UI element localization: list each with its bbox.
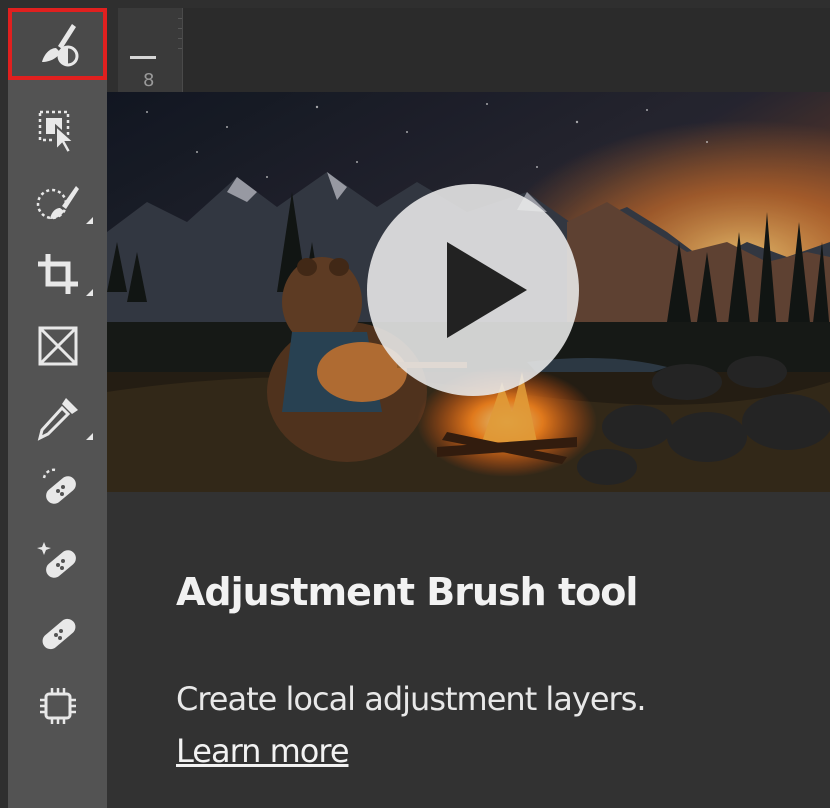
tool-eyedropper[interactable] — [8, 382, 107, 454]
remove-tool-icon — [36, 542, 76, 578]
patch-chip-icon — [39, 688, 76, 724]
flyout-indicator — [86, 217, 93, 224]
flyout-indicator — [86, 289, 93, 296]
play-icon — [447, 242, 527, 338]
tooltip-description: Create local adjustment layers. — [176, 680, 647, 718]
healing-brush-icon — [42, 618, 75, 650]
ruler-tick — [130, 56, 156, 59]
spot-healing-brush-icon — [42, 468, 76, 504]
ruler-label: 8 — [143, 70, 155, 91]
tooltip-title: Adjustment Brush tool — [176, 570, 638, 614]
tooltip-video-thumbnail[interactable] — [107, 92, 830, 492]
rich-tooltip: Adjustment Brush tool Create local adjus… — [107, 92, 830, 808]
frame-icon — [38, 326, 77, 366]
tool-spot-healing-brush[interactable] — [8, 454, 107, 526]
tool-adjustment-brush[interactable] — [8, 8, 107, 80]
flyout-indicator — [86, 433, 93, 440]
adjustment-brush-icon — [41, 24, 78, 67]
tool-healing-brush[interactable] — [8, 598, 107, 670]
canvas-top-area — [183, 8, 830, 92]
tool-crop[interactable] — [8, 238, 107, 310]
app-window: 8 Adjustment Brush tool Create local adj… — [0, 0, 830, 808]
quick-selection-brush-icon — [36, 186, 79, 220]
crop-icon — [37, 254, 78, 294]
learn-more-link[interactable]: Learn more — [176, 732, 349, 770]
vertical-ruler: 8 — [118, 8, 183, 92]
tool-remove[interactable] — [8, 526, 107, 598]
video-play-button[interactable] — [367, 184, 579, 396]
eyedropper-icon — [37, 398, 78, 441]
tool-patch[interactable] — [8, 670, 107, 742]
tools-panel — [8, 8, 107, 808]
tool-frame[interactable] — [8, 310, 107, 382]
tool-quick-selection[interactable] — [8, 166, 107, 238]
tool-object-selection[interactable] — [8, 94, 107, 166]
object-selection-icon — [38, 110, 77, 155]
